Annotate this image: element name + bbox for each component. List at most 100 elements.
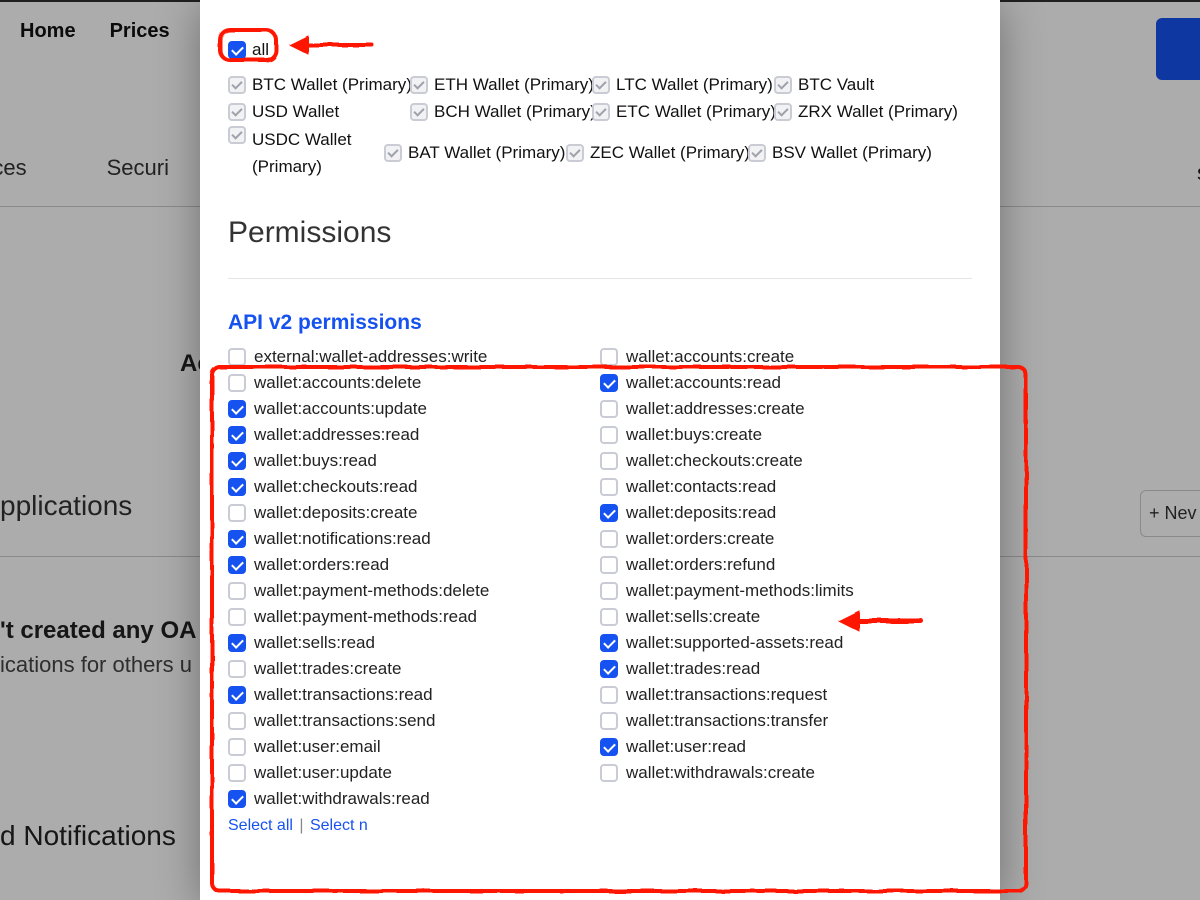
permission-item[interactable]: wallet:notifications:read	[228, 529, 600, 549]
permission-checkbox[interactable]	[600, 556, 618, 574]
permission-checkbox[interactable]	[600, 400, 618, 418]
account-checkbox[interactable]	[774, 76, 792, 94]
permission-checkbox[interactable]	[228, 608, 246, 626]
permission-checkbox[interactable]	[228, 790, 246, 808]
new-oauth-app-button[interactable]: + Nev	[1140, 490, 1200, 537]
account-item[interactable]: USDC Wallet (Primary)	[228, 126, 378, 180]
permission-checkbox[interactable]	[600, 504, 618, 522]
permission-checkbox[interactable]	[228, 738, 246, 756]
account-item[interactable]: ETC Wallet (Primary)	[592, 98, 768, 125]
permission-item[interactable]: wallet:user:update	[228, 763, 600, 783]
account-item[interactable]: USD Wallet	[228, 98, 404, 125]
permission-checkbox[interactable]	[600, 478, 618, 496]
account-checkbox[interactable]	[228, 103, 246, 121]
permission-item[interactable]: wallet:deposits:create	[228, 503, 600, 523]
nav-prices[interactable]: Prices	[110, 20, 170, 43]
account-checkbox[interactable]	[228, 126, 246, 144]
account-checkbox[interactable]	[592, 76, 610, 94]
account-checkbox[interactable]	[748, 144, 766, 162]
permission-checkbox[interactable]	[228, 530, 246, 548]
permission-item[interactable]: wallet:orders:read	[228, 555, 600, 575]
permission-item[interactable]: wallet:trades:read	[600, 659, 972, 679]
permission-item[interactable]: wallet:transactions:transfer	[600, 711, 972, 731]
permission-checkbox[interactable]	[228, 426, 246, 444]
permission-checkbox[interactable]	[228, 660, 246, 678]
permission-checkbox[interactable]	[600, 686, 618, 704]
permission-checkbox[interactable]	[600, 764, 618, 782]
permission-item[interactable]: wallet:accounts:delete	[228, 373, 600, 393]
account-item[interactable]: ZRX Wallet (Primary)	[774, 98, 950, 125]
permission-item[interactable]: wallet:addresses:read	[228, 425, 600, 445]
permission-checkbox[interactable]	[228, 478, 246, 496]
permission-item[interactable]: wallet:payment-methods:limits	[600, 581, 972, 601]
subnav-security[interactable]: Securi	[107, 155, 169, 181]
permission-checkbox[interactable]	[228, 764, 246, 782]
account-item[interactable]: BSV Wallet (Primary)	[748, 126, 924, 180]
permission-item[interactable]: external:wallet-addresses:write	[228, 347, 600, 367]
select-all-link[interactable]: Select all	[228, 817, 293, 834]
permission-checkbox[interactable]	[600, 530, 618, 548]
permission-item[interactable]: wallet:withdrawals:create	[600, 763, 972, 783]
permission-item[interactable]: wallet:transactions:send	[228, 711, 600, 731]
header-primary-button[interactable]	[1156, 18, 1200, 80]
account-checkbox[interactable]	[384, 144, 402, 162]
subnav-preferences[interactable]: eferences	[0, 155, 27, 181]
account-checkbox[interactable]	[410, 103, 428, 121]
permission-item[interactable]: wallet:orders:refund	[600, 555, 972, 575]
select-none-link[interactable]: Select n	[310, 817, 368, 834]
permission-checkbox[interactable]	[600, 660, 618, 678]
permission-item[interactable]: wallet:accounts:read	[600, 373, 972, 393]
permission-item[interactable]: wallet:transactions:request	[600, 685, 972, 705]
permission-checkbox[interactable]	[228, 348, 246, 366]
permission-item[interactable]: wallet:addresses:create	[600, 399, 972, 419]
permission-item[interactable]: wallet:checkouts:create	[600, 451, 972, 471]
permission-checkbox[interactable]	[228, 504, 246, 522]
permission-checkbox[interactable]	[600, 426, 618, 444]
permission-checkbox[interactable]	[228, 712, 246, 730]
permission-checkbox[interactable]	[600, 452, 618, 470]
account-checkbox[interactable]	[566, 144, 584, 162]
account-item[interactable]: BCH Wallet (Primary)	[410, 98, 586, 125]
permission-checkbox[interactable]	[600, 738, 618, 756]
permission-item[interactable]: wallet:accounts:update	[228, 399, 600, 419]
accounts-all-row[interactable]: all	[228, 36, 404, 63]
account-item[interactable]: ETH Wallet (Primary)	[410, 71, 586, 98]
permission-item[interactable]: wallet:transactions:read	[228, 685, 600, 705]
permission-checkbox[interactable]	[228, 556, 246, 574]
account-checkbox[interactable]	[592, 103, 610, 121]
account-item[interactable]: BTC Wallet (Primary)	[228, 71, 404, 98]
account-item[interactable]: LTC Wallet (Primary)	[592, 71, 768, 98]
permission-checkbox[interactable]	[228, 634, 246, 652]
permission-item[interactable]: wallet:user:email	[228, 737, 600, 757]
permission-item[interactable]: wallet:deposits:read	[600, 503, 972, 523]
permission-checkbox[interactable]	[228, 400, 246, 418]
permission-item[interactable]: wallet:payment-methods:delete	[228, 581, 600, 601]
account-checkbox[interactable]	[228, 76, 246, 94]
permission-item[interactable]: wallet:user:read	[600, 737, 972, 757]
permission-item[interactable]: wallet:payment-methods:read	[228, 607, 600, 627]
account-item[interactable]: BTC Vault	[774, 71, 950, 98]
permission-item[interactable]: wallet:buys:create	[600, 425, 972, 445]
accounts-all-checkbox[interactable]	[228, 41, 246, 59]
nav-home[interactable]: Home	[20, 20, 76, 43]
permission-checkbox[interactable]	[228, 374, 246, 392]
account-item[interactable]: BAT Wallet (Primary)	[384, 126, 560, 180]
permission-checkbox[interactable]	[600, 634, 618, 652]
permission-item[interactable]: wallet:withdrawals:read	[228, 789, 600, 809]
permission-item[interactable]: wallet:orders:create	[600, 529, 972, 549]
account-checkbox[interactable]	[410, 76, 428, 94]
permission-item[interactable]: wallet:sells:create	[600, 607, 972, 627]
permission-checkbox[interactable]	[228, 452, 246, 470]
permission-item[interactable]: wallet:supported-assets:read	[600, 633, 972, 653]
permission-checkbox[interactable]	[600, 712, 618, 730]
permission-checkbox[interactable]	[600, 348, 618, 366]
permission-item[interactable]: wallet:buys:read	[228, 451, 600, 471]
permission-item[interactable]: wallet:checkouts:read	[228, 477, 600, 497]
permission-checkbox[interactable]	[600, 582, 618, 600]
permission-checkbox[interactable]	[228, 686, 246, 704]
permission-item[interactable]: wallet:contacts:read	[600, 477, 972, 497]
permission-item[interactable]: wallet:trades:create	[228, 659, 600, 679]
permission-item[interactable]: wallet:accounts:create	[600, 347, 972, 367]
account-checkbox[interactable]	[774, 103, 792, 121]
permission-checkbox[interactable]	[600, 608, 618, 626]
